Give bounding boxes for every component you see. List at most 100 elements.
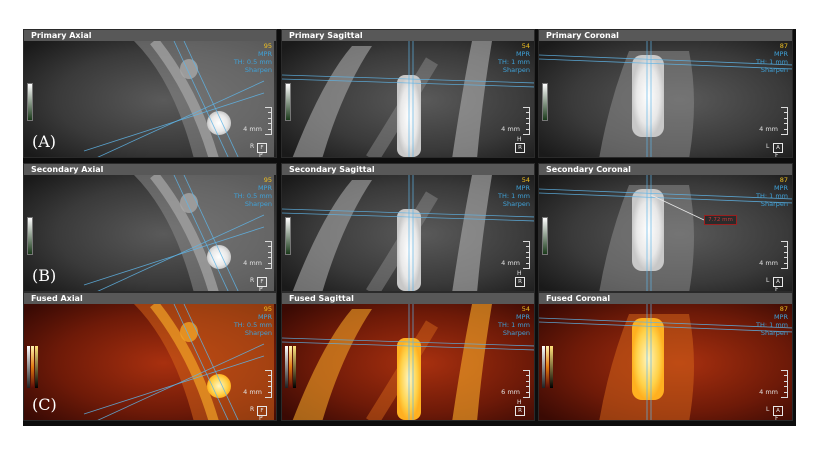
viewport-image[interactable]: 87 MPR TH: 1 mm Sharpen 4 mm L A F: [539, 41, 792, 157]
viewport-image[interactable]: 87 MPR TH: 1 mm Sharpen 4 mm L A F 7.72 mm: [539, 175, 792, 291]
render-mode: MPR: [515, 50, 530, 58]
orientation-left: L: [766, 277, 770, 284]
filter-name: Sharpen: [244, 329, 272, 337]
orientation-cube-icon[interactable]: HR: [508, 270, 528, 289]
orientation-cube-icon[interactable]: LAF: [766, 137, 786, 157]
viewport-secondary-coronal[interactable]: Secondary Coronal 87 MPR TH: 1 mm Sharpen 4 m…: [538, 163, 793, 292]
render-mode: MPR: [773, 50, 788, 58]
window-level-bar-icon[interactable]: [285, 83, 291, 121]
orientation-bottom: F: [775, 152, 779, 157]
window-level-bar-icon[interactable]: [542, 217, 548, 255]
viewport-title: Primary Coronal: [539, 30, 792, 41]
slab-thickness: TH: 1 mm: [756, 321, 788, 329]
filter-name: Sharpen: [502, 66, 530, 74]
viewport-fused-coronal[interactable]: Fused Coronal 87 MPR TH: 1 mm Sharpen 4 mm L A F: [538, 292, 793, 421]
slice-number: 95: [263, 305, 272, 313]
slice-number: 54: [521, 176, 530, 184]
filter-name: Sharpen: [760, 200, 788, 208]
image-view[interactable]: [539, 41, 792, 157]
overlay-info: 54 MPR TH: 1 mm Sharpen: [498, 305, 530, 337]
measurement-label[interactable]: 7.72 mm: [704, 215, 737, 225]
image-view[interactable]: [282, 41, 534, 157]
scale-label: 4 mm: [759, 259, 778, 267]
slab-thickness: TH: 0.5 mm: [233, 192, 272, 200]
viewport-image[interactable]: 54 MPR TH: 1 mm Sharpen 6 mm H R: [282, 304, 534, 420]
orientation-cube-icon[interactable]: LAF: [766, 400, 786, 420]
window-level-bar-icon[interactable]: [27, 83, 33, 121]
image-view[interactable]: [282, 175, 534, 291]
orientation-top: H: [517, 136, 522, 143]
orientation-bottom: F: [775, 286, 779, 291]
orientation-cube-icon[interactable]: RFP: [250, 400, 270, 420]
viewport-title: Secondary Sagittal: [282, 164, 534, 175]
scale-ruler-icon: [521, 370, 530, 398]
viewport-fused-axial[interactable]: Fused Axial 95 MPR TH: 0.5 mm Sharpen 4 mm R F P…: [23, 292, 277, 421]
viewport-title: Primary Axial: [24, 30, 276, 41]
viewport-title: Secondary Coronal: [539, 164, 792, 175]
orientation-cube-icon[interactable]: RFP: [250, 271, 270, 291]
slab-thickness: TH: 1 mm: [498, 192, 530, 200]
slab-thickness: TH: 0.5 mm: [233, 58, 272, 66]
viewport-secondary-axial[interactable]: Secondary Axial 95 MPR TH: 0.5 mm Sharpen 4 m…: [23, 163, 277, 292]
viewport-primary-coronal[interactable]: Primary Coronal 87 MPR TH: 1 mm Sharpen 4 mm L…: [538, 29, 793, 158]
orientation-cube-icon[interactable]: HR: [508, 399, 528, 418]
orientation-cube-icon[interactable]: RFP: [250, 137, 270, 157]
viewport-image[interactable]: 95 MPR TH: 0.5 mm Sharpen 4 mm R F P (C): [24, 304, 276, 420]
overlay-info: 54 MPR TH: 1 mm Sharpen: [498, 176, 530, 208]
slice-number: 54: [521, 42, 530, 50]
slice-number: 87: [779, 305, 788, 313]
window-level-bar-icon[interactable]: [285, 346, 296, 388]
scale-ruler-icon: [779, 241, 788, 269]
image-view[interactable]: [282, 304, 534, 420]
viewport-title: Fused Axial: [24, 293, 276, 304]
scale-ruler-icon: [521, 241, 530, 269]
window-level-bar-icon[interactable]: [285, 217, 291, 255]
window-level-bar-icon[interactable]: [542, 83, 548, 121]
overlay-info: 95 MPR TH: 0.5 mm Sharpen: [234, 176, 272, 208]
window-level-bar-icon[interactable]: [27, 346, 38, 388]
render-mode: MPR: [773, 313, 788, 321]
viewport-image[interactable]: 87 MPR TH: 1 mm Sharpen 4 mm L A F: [539, 304, 792, 420]
viewport-primary-sagittal[interactable]: Primary Sagittal 54 MPR TH: 1 mm Sharpen 4 mm…: [281, 29, 535, 158]
scale-label: 6 mm: [501, 388, 520, 396]
render-mode: MPR: [773, 184, 788, 192]
viewport-image[interactable]: 54 MPR TH: 1 mm Sharpen 4 mm H R: [282, 175, 534, 291]
overlay-info: 87 MPR TH: 1 mm Sharpen: [756, 176, 788, 208]
viewport-image[interactable]: 54 MPR TH: 1 mm Sharpen 4 mm H R: [282, 41, 534, 157]
overlay-info: 95 MPR TH: 0.5 mm Sharpen: [234, 305, 272, 337]
scale-ruler-icon: [779, 107, 788, 135]
window-level-bar-icon[interactable]: [542, 346, 553, 388]
figure-label: (B): [32, 266, 57, 285]
orientation-cube-icon[interactable]: LAF: [766, 271, 786, 291]
image-view[interactable]: [539, 175, 792, 291]
window-level-bar-icon[interactable]: [27, 217, 33, 255]
orientation-left: R: [250, 143, 255, 150]
scale-ruler-icon: [779, 370, 788, 398]
render-mode: MPR: [257, 313, 272, 321]
viewport-title: Fused Sagittal: [282, 293, 534, 304]
orientation-cube-icon[interactable]: HR: [508, 136, 528, 155]
figure-label: (A): [32, 132, 57, 151]
orientation-bottom: P: [259, 286, 263, 291]
scale-ruler-icon: [263, 370, 272, 398]
filter-name: Sharpen: [760, 329, 788, 337]
viewport-fused-sagittal[interactable]: Fused Sagittal 54 MPR TH: 1 mm Sharpen 6 mm H R: [281, 292, 535, 421]
orientation-bottom: F: [775, 415, 779, 420]
viewport-primary-axial[interactable]: Primary Axial 95 MPR TH: 0.5 mm Sharpen 4 mm R…: [23, 29, 277, 158]
orientation-box: R: [515, 143, 525, 153]
render-mode: MPR: [257, 50, 272, 58]
viewer-grid: Primary Axial 95 MPR TH: 0.5 mm Sharpen 4 mm R…: [23, 29, 796, 426]
scale-label: 4 mm: [243, 125, 262, 133]
image-view[interactable]: [539, 304, 792, 420]
overlay-info: 87 MPR TH: 1 mm Sharpen: [756, 42, 788, 74]
overlay-info: 54 MPR TH: 1 mm Sharpen: [498, 42, 530, 74]
viewport-image[interactable]: 95 MPR TH: 0.5 mm Sharpen 4 mm R F P (A): [24, 41, 276, 157]
viewport-secondary-sagittal[interactable]: Secondary Sagittal 54 MPR TH: 1 mm Sharpen 4 …: [281, 163, 535, 292]
slice-number: 54: [521, 305, 530, 313]
overlay-info: 87 MPR TH: 1 mm Sharpen: [756, 305, 788, 337]
filter-name: Sharpen: [502, 329, 530, 337]
slice-number: 87: [779, 42, 788, 50]
overlay-info: 95 MPR TH: 0.5 mm Sharpen: [234, 42, 272, 74]
viewport-image[interactable]: 95 MPR TH: 0.5 mm Sharpen 4 mm R F P (B): [24, 175, 276, 291]
scale-label: 4 mm: [759, 125, 778, 133]
